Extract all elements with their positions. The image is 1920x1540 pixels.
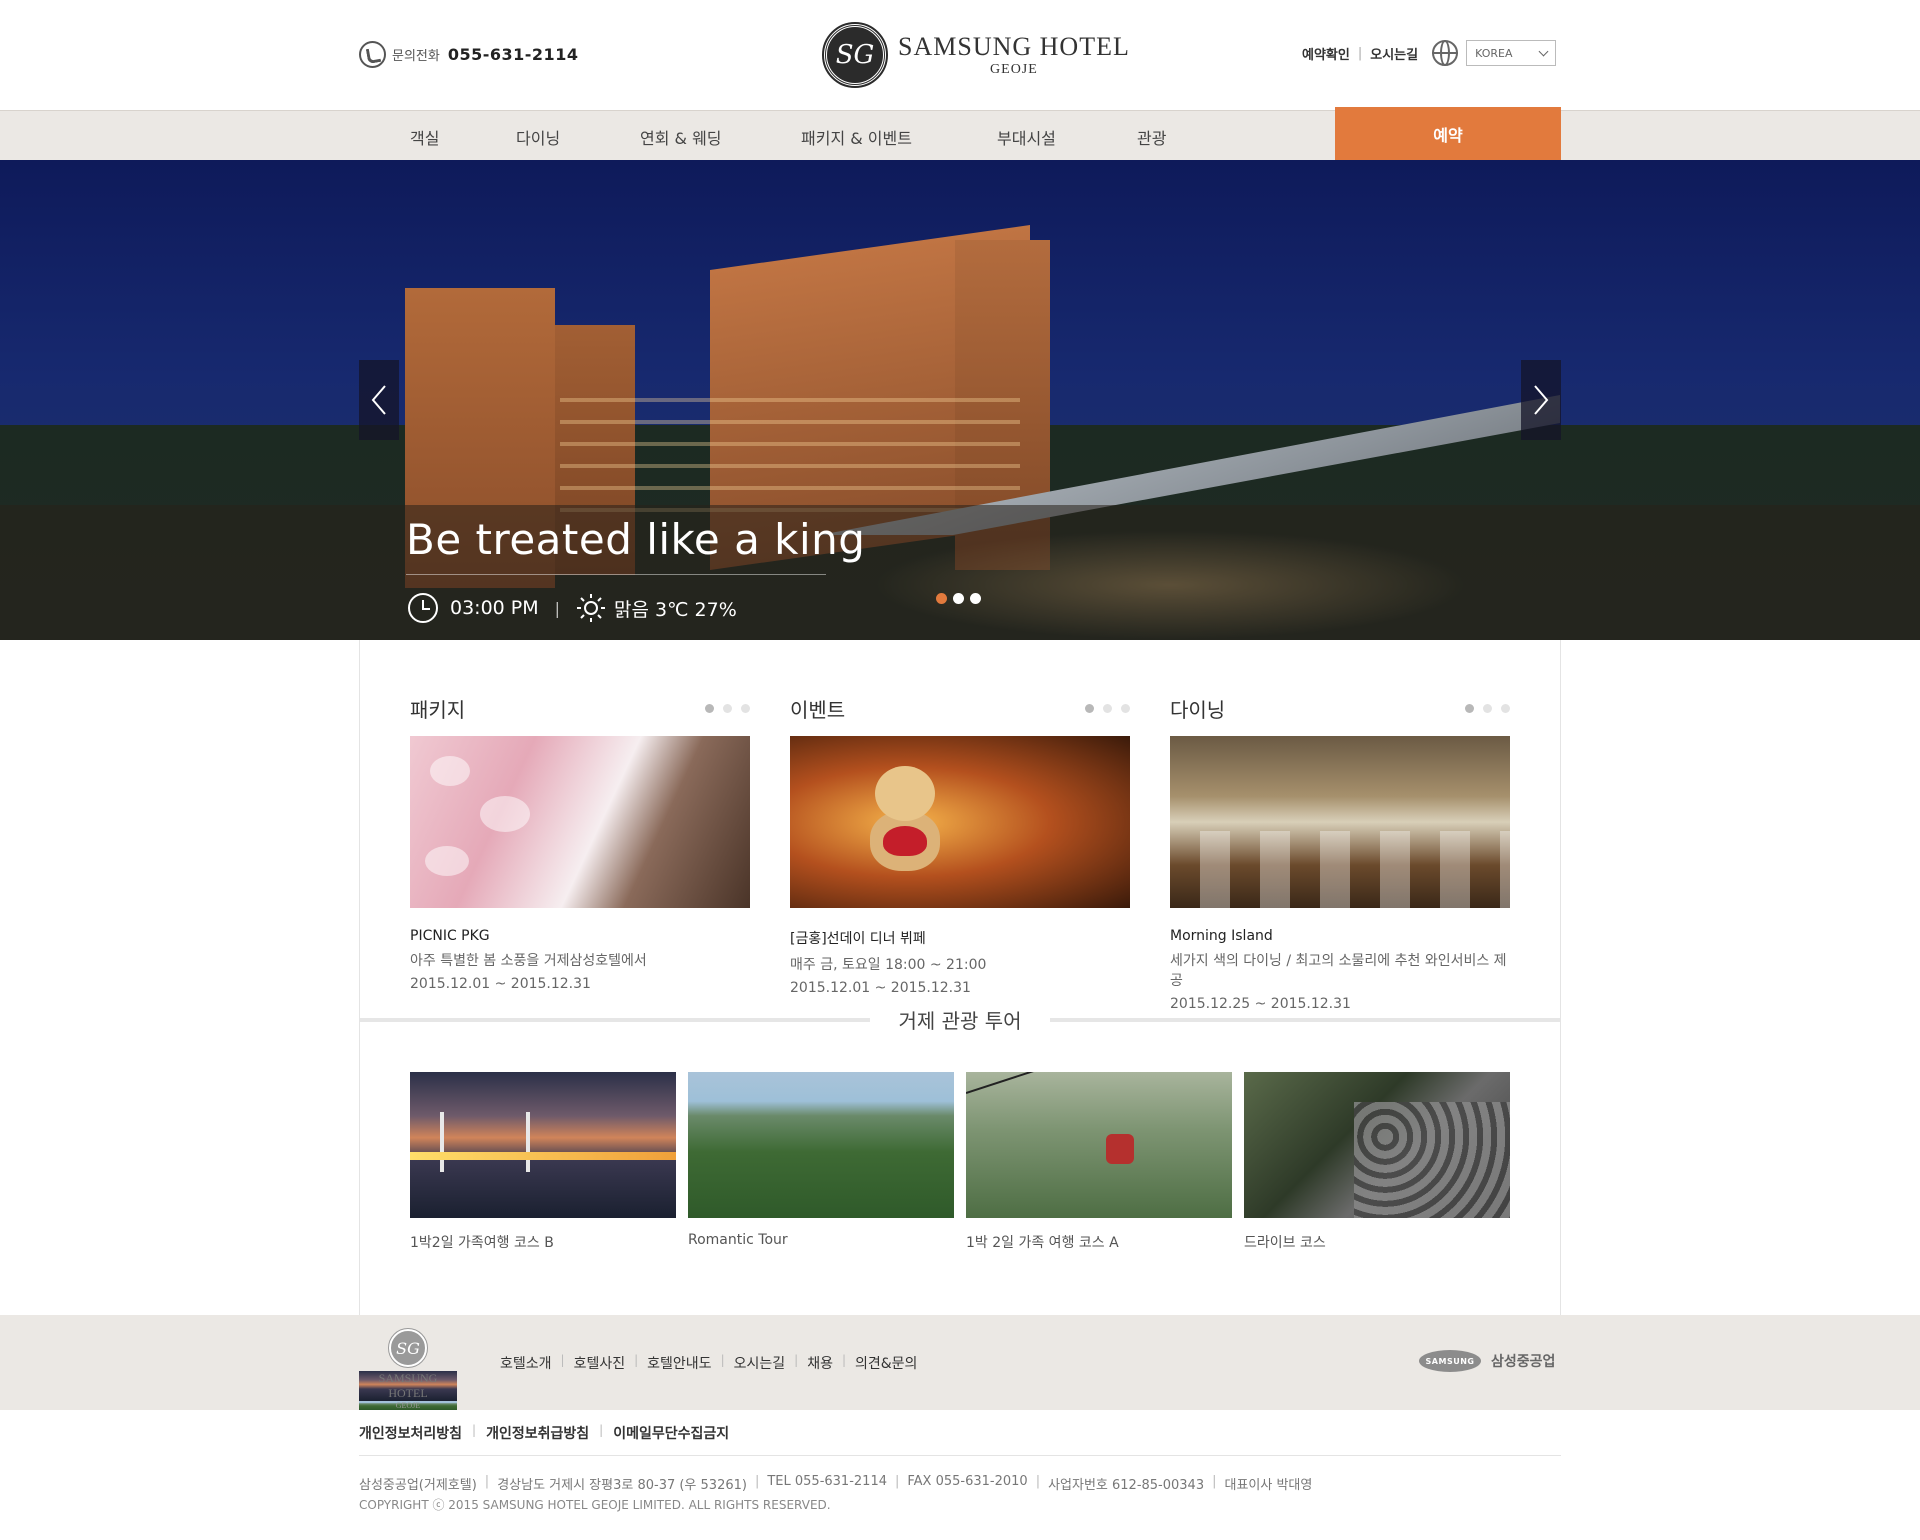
nav-item-dining[interactable]: 다이닝: [516, 125, 560, 149]
event-card[interactable]: 이벤트 [금홍]선데이 디너 뷔페 매주 금, 토요일 18:00 ~ 21:0…: [790, 694, 1130, 996]
nav-item-package-event[interactable]: 패키지 & 이벤트: [801, 125, 912, 149]
hero-dot-3[interactable]: [970, 593, 981, 604]
hero-weather: 맑음 3℃ 27%: [614, 598, 737, 621]
phone-number[interactable]: 055-631-2114: [448, 45, 579, 64]
nav-item-tourism[interactable]: 관광: [1137, 125, 1166, 149]
address-part: FAX 055-631-2010: [907, 1474, 1028, 1489]
package-image[interactable]: [410, 736, 750, 908]
tour-item[interactable]: 1박 2일 가족 여행 코스 A: [966, 1072, 1232, 1252]
card-description: 매주 금, 토요일 18:00 ~ 21:00: [790, 957, 987, 973]
header: 문의전화 055-631-2114 SG SAMSUNG HOTEL GEOJE…: [0, 0, 1920, 110]
address-part: TEL 055-631-2114: [767, 1474, 887, 1489]
logo-subtitle: GEOJE: [990, 62, 1038, 77]
sun-icon: [577, 594, 606, 622]
dining-card[interactable]: 다이닝 Morning Island 세가지 색의 다이닝 / 최고의 소물리에…: [1170, 694, 1510, 1012]
card-description: 아주 특별한 봄 소풍을 거제삼성호텔에서: [410, 953, 647, 969]
tour-image[interactable]: [688, 1072, 954, 1218]
hero-dot-1[interactable]: [936, 593, 947, 604]
card-name: [금홍]선데이 디너 뷔페: [790, 931, 926, 947]
copyright: COPYRIGHT ⓒ 2015 SAMSUNG HOTEL GEOJE LIM…: [359, 1498, 831, 1512]
footer-link-photos[interactable]: 호텔사진: [574, 1353, 626, 1373]
tour-item[interactable]: 드라이브 코스: [1244, 1072, 1510, 1252]
tour-item[interactable]: 1박2일 가족여행 코스 B: [410, 1072, 676, 1252]
address-part: 경상남도 거제시 장평3로 80-37 (우 53261): [497, 1478, 747, 1493]
tour-label: Romantic Tour: [688, 1232, 788, 1248]
phone-icon: [359, 41, 386, 68]
policy-links: 개인정보처리방침 | 개인정보취급방침 | 이메일무단수집금지: [359, 1423, 730, 1443]
card-name: Morning Island: [1170, 928, 1273, 944]
card-pagination: [1076, 704, 1130, 713]
language-value: KOREA: [1475, 46, 1513, 60]
phone-label: 문의전화: [392, 49, 440, 64]
tour-image[interactable]: [410, 1072, 676, 1218]
hero-time: 03:00 PM: [450, 597, 539, 619]
card-pagination: [1456, 704, 1510, 713]
company-address: 삼성중공업(거제호텔) | 경상남도 거제시 장평3로 80-37 (우 5326…: [359, 1474, 1313, 1493]
chevron-down-icon: [1538, 46, 1549, 56]
reserve-button[interactable]: 예약: [1335, 107, 1561, 161]
tour-image[interactable]: [966, 1072, 1232, 1218]
hero-pagination: [936, 593, 987, 604]
card-name: PICNIC PKG: [410, 928, 490, 944]
hero-info: 03:00 PM | 맑음 3℃ 27%: [408, 593, 737, 623]
card-date: 2015.12.01 ~ 2015.12.31: [410, 976, 591, 992]
logo-title: SAMSUNG HOTEL: [898, 32, 1130, 61]
contact-phone: 문의전화 055-631-2114: [359, 41, 578, 68]
footer-link-map[interactable]: 호텔안내도: [647, 1353, 711, 1373]
dining-image[interactable]: [1170, 736, 1510, 908]
footer-logo-title: SAMSUNG HOTEL: [359, 1371, 457, 1401]
footer-link-contact[interactable]: 의견&문의: [855, 1353, 917, 1373]
clock-icon: [408, 593, 438, 623]
footer-link-directions[interactable]: 오시는길: [734, 1353, 786, 1373]
header-utilities: 예약확인 | 오시는길 KOREA: [1302, 40, 1557, 66]
card-description: 세가지 색의 다이닝 / 최고의 소물리에 추천 와인서비스 제공: [1170, 953, 1507, 989]
address-part: 대표이사 박대영: [1224, 1478, 1313, 1493]
footer-link-about[interactable]: 호텔소개: [500, 1353, 552, 1373]
footer-logo[interactable]: SG SAMSUNG HOTEL GEOJE: [359, 1328, 457, 1410]
chevron-left-icon: [371, 385, 386, 415]
nav-item-facilities[interactable]: 부대시설: [997, 125, 1056, 149]
privacy-policy-link[interactable]: 개인정보처리방침: [359, 1423, 462, 1443]
logo-emblem: SG: [822, 22, 888, 88]
chevron-right-icon: [1534, 385, 1549, 415]
hero-dot-2[interactable]: [953, 593, 964, 604]
tour-image[interactable]: [1244, 1072, 1510, 1218]
samsung-logo[interactable]: SAMSUNG 삼성중공업: [1419, 1350, 1555, 1372]
tour-title: 거제 관광 투어: [898, 1009, 1022, 1033]
directions-link[interactable]: 오시는길: [1370, 44, 1418, 63]
package-card[interactable]: 패키지 PICNIC PKG 아주 특별한 봄 소풍을 거제삼성호텔에서 201…: [410, 694, 750, 992]
hero-title: Be treated like a king: [406, 515, 866, 564]
tour-label: 1박2일 가족여행 코스 B: [410, 1235, 554, 1251]
reservation-check-link[interactable]: 예약확인: [1302, 44, 1350, 63]
footer-logo-emblem: SG: [388, 1328, 428, 1368]
hero-prev-button[interactable]: [359, 360, 399, 440]
tour-item[interactable]: Romantic Tour: [688, 1072, 954, 1248]
hero-next-button[interactable]: [1521, 360, 1561, 440]
footer-link-careers[interactable]: 채용: [807, 1353, 833, 1373]
samsung-wordmark: SAMSUNG: [1419, 1350, 1481, 1372]
tour-label: 드라이브 코스: [1244, 1235, 1326, 1251]
divider: [359, 1455, 1561, 1456]
company-name: 삼성중공업: [1491, 1354, 1556, 1370]
card-date: 2015.12.01 ~ 2015.12.31: [790, 980, 971, 996]
main-nav: 객실 다이닝 연회 & 웨딩 패키지 & 이벤트 부대시설 관광 예약: [0, 107, 1920, 161]
address-part: 사업자번호 612-85-00343: [1048, 1478, 1205, 1493]
hero-slider: Be treated like a king 03:00 PM | 맑음 3℃ …: [0, 160, 1920, 640]
address-part: 삼성중공업(거제호텔): [359, 1478, 477, 1493]
globe-icon: [1432, 40, 1459, 66]
event-image[interactable]: [790, 736, 1130, 908]
hotel-logo[interactable]: SG SAMSUNG HOTEL GEOJE: [822, 22, 1130, 88]
privacy-handling-link[interactable]: 개인정보취급방침: [486, 1423, 589, 1443]
email-policy-link[interactable]: 이메일무단수집금지: [613, 1423, 729, 1443]
main-content: 패키지 PICNIC PKG 아주 특별한 봄 소풍을 거제삼성호텔에서 201…: [359, 640, 1561, 1315]
nav-item-rooms[interactable]: 객실: [410, 125, 439, 149]
nav-item-banquet-wedding[interactable]: 연회 & 웨딩: [640, 125, 722, 149]
tour-label: 1박 2일 가족 여행 코스 A: [966, 1235, 1119, 1251]
language-select[interactable]: KOREA: [1466, 40, 1557, 66]
card-pagination: [696, 704, 750, 713]
footer: SG SAMSUNG HOTEL GEOJE 호텔소개 | 호텔사진 | 호텔안내도…: [0, 1315, 1920, 1410]
footer-logo-subtitle: GEOJE: [359, 1401, 457, 1410]
footer-menu: 호텔소개 | 호텔사진 | 호텔안내도 | 오시는길 | 채용 | 의견&문의: [500, 1353, 918, 1373]
